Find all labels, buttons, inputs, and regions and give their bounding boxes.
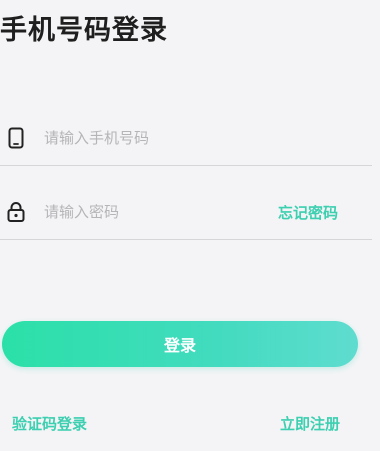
phone-icon xyxy=(6,126,26,150)
page-title: 手机号码登录 xyxy=(0,15,168,46)
password-field-row: 忘记密码 xyxy=(0,184,372,240)
phone-input[interactable] xyxy=(44,124,264,152)
login-page: 手机号码登录 忘记密码 登录 验证码登录 立即注册 xyxy=(0,0,380,451)
login-button[interactable]: 登录 xyxy=(2,321,358,367)
register-link[interactable]: 立即注册 xyxy=(280,413,340,434)
sms-login-link[interactable]: 验证码登录 xyxy=(12,413,87,434)
lock-icon xyxy=(6,200,26,224)
forgot-password-link[interactable]: 忘记密码 xyxy=(278,202,338,223)
phone-field-row xyxy=(0,110,372,166)
password-input[interactable] xyxy=(44,198,264,226)
